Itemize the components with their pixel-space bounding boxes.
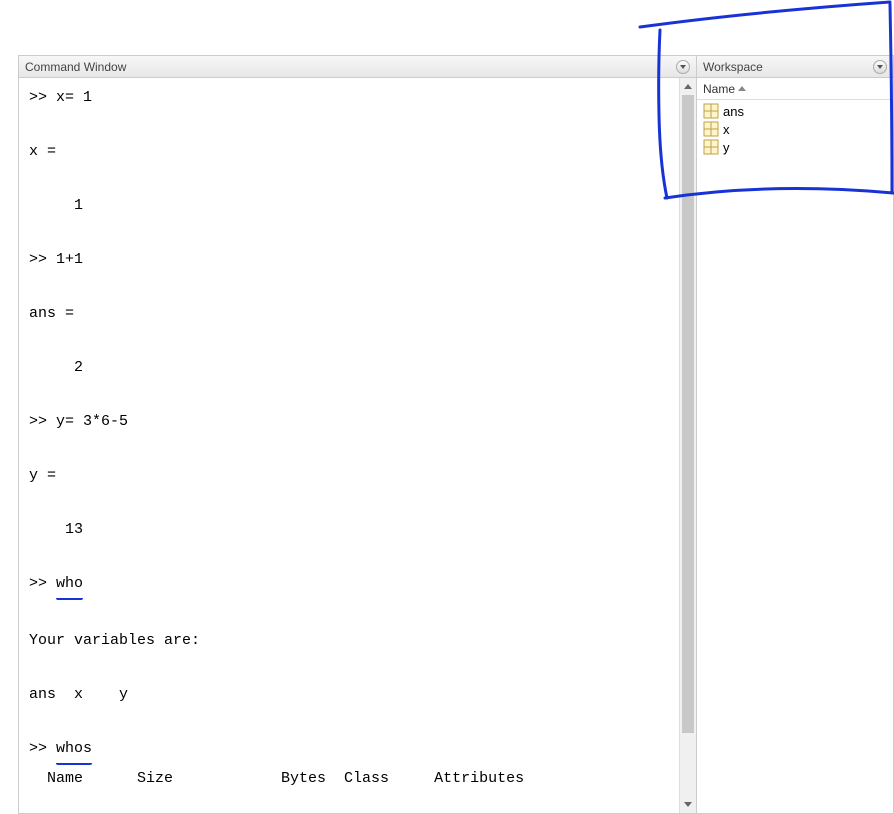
command-window-content[interactable]: >> x= 1 x = 1 >> 1+1 ans = 2 >> y= 3*6-5… [19, 78, 679, 813]
workspace-body: Name ans xy [697, 78, 893, 813]
scroll-thumb[interactable] [682, 95, 694, 733]
workspace-variable-row[interactable]: ans [701, 102, 889, 120]
scroll-down-button[interactable] [680, 796, 696, 813]
workspace-variable-name: x [723, 122, 730, 137]
workspace-variable-list: ans xy [697, 100, 893, 158]
sort-ascending-icon [738, 86, 746, 91]
variable-grid-icon [703, 121, 719, 137]
workspace-variable-row[interactable]: x [701, 120, 889, 138]
workspace-name-column-label: Name [703, 82, 735, 96]
command-window-panel: Command Window >> x= 1 x = 1 >> 1+1 ans … [18, 55, 697, 814]
workspace-variable-name: y [723, 140, 730, 155]
workspace-menu-button[interactable] [873, 60, 887, 74]
command-window-header: Command Window [19, 56, 696, 78]
who-command-underline: who [56, 570, 83, 600]
variable-grid-icon [703, 103, 719, 119]
workspace-name-column-header[interactable]: Name [703, 82, 746, 96]
workspace-variable-name: ans [723, 104, 744, 119]
whos-command-underline: whos [56, 735, 92, 765]
vertical-scrollbar[interactable] [679, 78, 696, 813]
command-window-title: Command Window [25, 60, 126, 74]
scroll-up-button[interactable] [680, 78, 696, 95]
workspace-title: Workspace [703, 60, 763, 74]
workspace-header: Workspace [697, 56, 893, 78]
command-window-body: >> x= 1 x = 1 >> 1+1 ans = 2 >> y= 3*6-5… [19, 78, 696, 813]
workspace-panel: Workspace Name ans xy [697, 55, 894, 814]
command-window-menu-button[interactable] [676, 60, 690, 74]
workspace-column-header-row[interactable]: Name [697, 78, 893, 100]
variable-grid-icon [703, 139, 719, 155]
workspace-variable-row[interactable]: y [701, 138, 889, 156]
